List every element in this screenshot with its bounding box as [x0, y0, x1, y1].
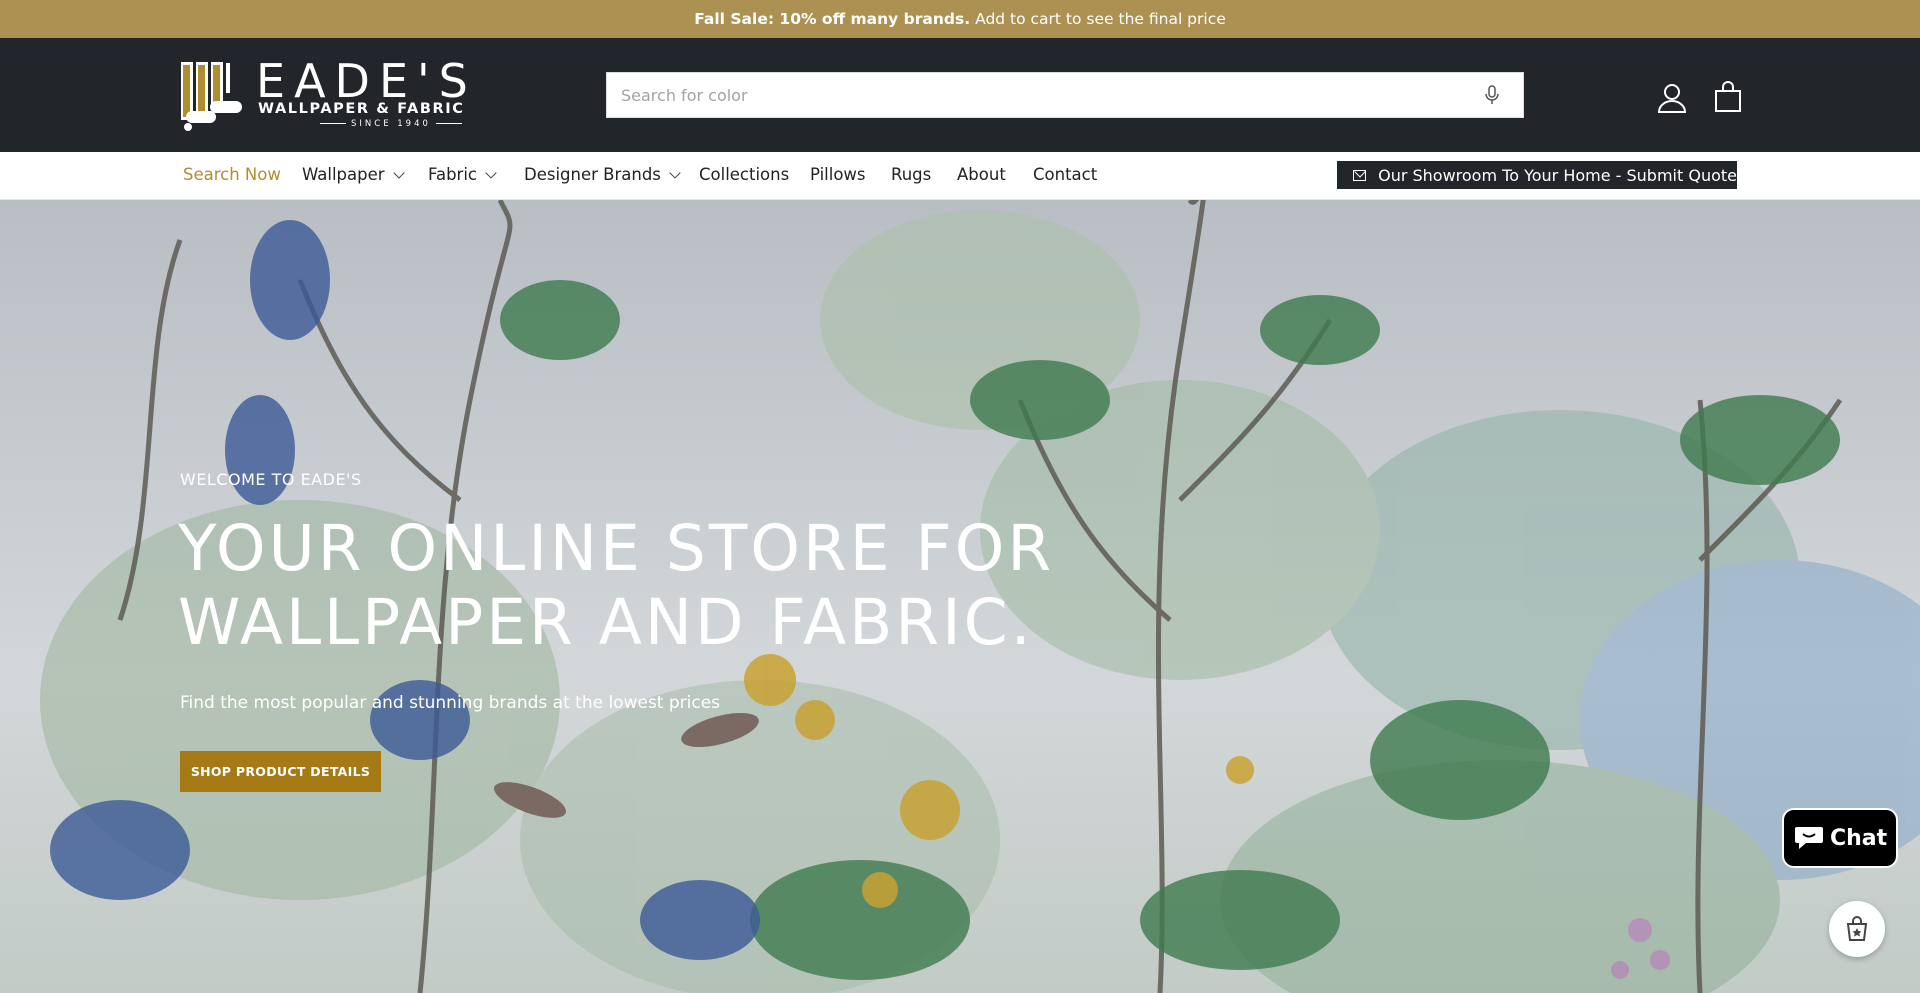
- logo-wordmark: EADE'S: [256, 54, 477, 108]
- nav-fabric[interactable]: Fabric: [428, 165, 497, 184]
- nav-about[interactable]: About: [957, 165, 1006, 184]
- chat-label: Chat: [1830, 825, 1888, 851]
- nav-label: Contact: [1033, 165, 1098, 184]
- hero-headline-line1: YOUR ONLINE STORE FOR: [178, 512, 1055, 585]
- shop-assistant-button[interactable]: [1829, 901, 1885, 957]
- shopping-bag-icon[interactable]: [1713, 81, 1743, 113]
- nav-label: Designer Brands: [524, 165, 661, 184]
- nav-label: Rugs: [891, 165, 932, 184]
- nav-label: Wallpaper: [302, 165, 385, 184]
- envelope-icon: [1353, 169, 1367, 181]
- user-icon[interactable]: [1656, 82, 1688, 114]
- nav-label: About: [957, 165, 1006, 184]
- logo[interactable]: EADE'S WALLPAPER & FABRIC SINCE 1940: [180, 55, 480, 133]
- announcement-bold: Fall Sale: 10% off many brands.: [694, 10, 971, 28]
- microphone-icon[interactable]: [1481, 84, 1503, 106]
- nav-label: Fabric: [428, 165, 478, 184]
- announcement-text: Add to cart to see the final price: [975, 10, 1226, 28]
- nav-label: Pillows: [810, 165, 866, 184]
- hero-eyebrow: WELCOME TO EADE'S: [180, 470, 362, 489]
- hero-headline-line2: WALLPAPER AND FABRIC.: [178, 586, 1034, 659]
- announcement-bar: Fall Sale: 10% off many brands. Add to c…: [0, 0, 1920, 38]
- site-header: EADE'S WALLPAPER & FABRIC SINCE 1940: [0, 38, 1920, 152]
- logo-tagline: WALLPAPER & FABRIC: [258, 101, 465, 117]
- search-bar: [606, 72, 1524, 118]
- logo-since: SINCE 1940: [315, 119, 467, 129]
- wallpaper-rolls-icon: [181, 62, 242, 131]
- chevron-down-icon: [485, 166, 497, 179]
- chevron-down-icon: [669, 166, 681, 179]
- nav-contact[interactable]: Contact: [1033, 165, 1097, 184]
- nav-label: Search Now: [183, 165, 281, 184]
- chevron-down-icon: [392, 166, 405, 179]
- nav-pillows[interactable]: Pillows: [810, 165, 866, 184]
- nav-rugs[interactable]: Rugs: [891, 165, 931, 184]
- hero-headline: YOUR ONLINE STORE FOR WALLPAPER AND FABR…: [178, 512, 1078, 660]
- nav-wallpaper[interactable]: Wallpaper: [302, 165, 405, 184]
- nav-label: Collections: [699, 165, 790, 184]
- nav-search-now[interactable]: Search Now: [183, 165, 281, 184]
- chat-bubble-icon: [1795, 827, 1823, 849]
- quote-label: Our Showroom To Your Home - Submit Quote: [1378, 165, 1737, 185]
- hero-banner: WELCOME TO EADE'S YOUR ONLINE STORE FOR …: [0, 200, 1920, 993]
- submit-quote-button[interactable]: Our Showroom To Your Home - Submit Quote: [1337, 161, 1737, 189]
- shop-product-details-button[interactable]: SHOP PRODUCT DETAILS: [180, 751, 381, 792]
- shopping-bag-star-icon: [1846, 916, 1868, 941]
- nav-designer-brands[interactable]: Designer Brands: [524, 165, 681, 184]
- hero-subline: Find the most popular and stunning brand…: [180, 693, 721, 713]
- search-input[interactable]: [621, 73, 1441, 117]
- nav-collections[interactable]: Collections: [699, 165, 789, 184]
- chat-button[interactable]: Chat: [1782, 808, 1898, 868]
